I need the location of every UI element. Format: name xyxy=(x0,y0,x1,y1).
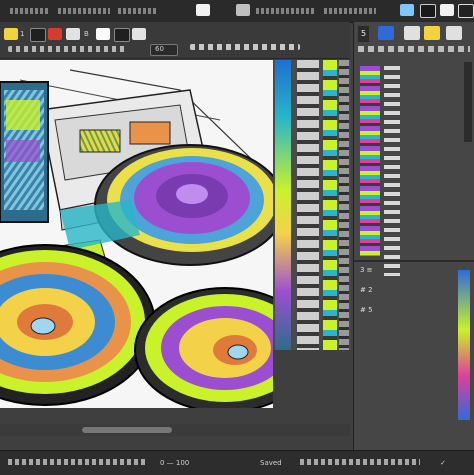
maximize-icon[interactable] xyxy=(440,4,454,16)
panel-label-3: # 5 xyxy=(360,306,373,314)
brush-tool-icon[interactable] xyxy=(66,28,80,40)
layer-visibility-column[interactable] xyxy=(384,66,400,276)
document-icon[interactable] xyxy=(236,4,250,16)
tool-label-2: B xyxy=(84,30,89,38)
select-tool-icon[interactable] xyxy=(4,28,18,40)
menu-items-file[interactable] xyxy=(58,8,110,14)
panel-toolbar-strip[interactable] xyxy=(358,46,470,52)
menu-items-view[interactable] xyxy=(256,8,316,14)
artwork xyxy=(0,60,273,408)
image-icon[interactable] xyxy=(404,26,420,40)
scrollbar-thumb[interactable] xyxy=(82,427,172,433)
minimize-icon[interactable] xyxy=(420,4,436,18)
panel-swatch-bar[interactable] xyxy=(458,270,470,420)
status-tools-right[interactable] xyxy=(300,459,420,465)
menu-items-edit[interactable] xyxy=(118,8,156,14)
layer-color-tags[interactable] xyxy=(360,66,380,256)
panel-scrollbar[interactable] xyxy=(464,62,472,142)
toolbar: 1 B 60 xyxy=(0,22,350,59)
panel-divider xyxy=(354,260,474,262)
status-saved: Saved xyxy=(260,459,282,467)
zoom-icon[interactable] xyxy=(378,26,394,40)
color-gradient-bar[interactable] xyxy=(275,60,291,350)
color-icon[interactable] xyxy=(424,26,440,40)
monitor-illustration xyxy=(0,81,49,223)
layer-thumbnails-a[interactable] xyxy=(297,60,319,350)
swatch-strip xyxy=(273,60,351,350)
window-icon[interactable] xyxy=(196,4,210,16)
layer-scrollbar[interactable] xyxy=(339,60,349,350)
status-tools-left[interactable] xyxy=(8,459,148,465)
panel-label-1: 3 ≡ xyxy=(360,266,373,274)
status-bar: 0 — 100 Saved ✓ xyxy=(0,450,474,475)
close-icon[interactable] xyxy=(458,4,474,18)
brush-settings-strip[interactable] xyxy=(190,44,300,50)
layers-icon[interactable] xyxy=(96,28,110,40)
right-panel: 5 3 ≡ # 2 # 5 xyxy=(353,22,474,450)
hand-icon[interactable] xyxy=(114,28,130,42)
grid-icon[interactable] xyxy=(30,28,46,42)
menu-bar xyxy=(0,0,474,23)
status-check: ✓ xyxy=(440,459,446,467)
layer-thumbnails-b[interactable] xyxy=(323,60,337,350)
zoom-value: 60 xyxy=(155,45,164,53)
status-range: 0 — 100 xyxy=(160,459,190,467)
panel-label-2: # 2 xyxy=(360,286,373,294)
settings-icon[interactable] xyxy=(132,28,146,40)
record-icon[interactable] xyxy=(48,28,62,40)
menu-items-left[interactable] xyxy=(10,8,50,14)
help-icon[interactable] xyxy=(400,4,414,16)
panel-tab[interactable]: 5 xyxy=(358,26,370,42)
drawing-canvas[interactable] xyxy=(0,60,273,408)
tool-label-1: 1 xyxy=(20,30,25,38)
tool-options-strip[interactable] xyxy=(8,46,128,52)
horizontal-scrollbar[interactable] xyxy=(0,424,350,436)
layers-panel-icon[interactable] xyxy=(446,26,462,40)
menu-items-tools[interactable] xyxy=(324,8,376,14)
